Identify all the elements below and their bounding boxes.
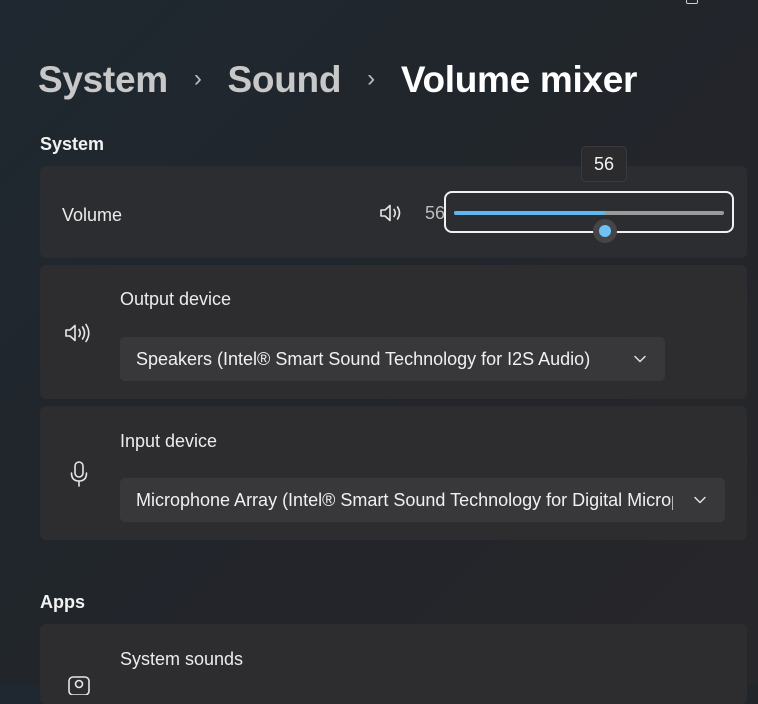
maximize-icon[interactable]: [686, 0, 698, 4]
volume-slider-fill: [454, 211, 606, 215]
page-title: Volume mixer: [400, 59, 638, 100]
system-sounds-label: System sounds: [120, 649, 244, 669]
volume-tooltip: 56: [581, 146, 627, 182]
section-label-system: System: [40, 134, 105, 154]
chevron-right-icon: ›: [193, 65, 202, 92]
window-controls: ✕: [686, 0, 752, 8]
chevron-right-icon: ›: [367, 65, 375, 92]
input-device-selected: Microphone Array (Intel® Smart Sound Tec…: [136, 489, 673, 510]
chevron-down-icon: [687, 496, 713, 504]
output-device-dropdown[interactable]: Speakers (Intel® Smart Sound Technology …: [120, 337, 665, 381]
breadcrumb-item-sound[interactable]: Sound: [228, 59, 342, 101]
microphone-icon: [69, 460, 89, 488]
section-label-apps: Apps: [40, 592, 85, 612]
speaker-icon[interactable]: [378, 202, 404, 224]
input-device-dropdown[interactable]: Microphone Array (Intel® Smart Sound Tec…: [120, 478, 725, 522]
volume-slider-track[interactable]: [454, 211, 724, 243]
close-icon[interactable]: ✕: [738, 0, 752, 5]
volume-slider[interactable]: [444, 191, 734, 243]
breadcrumb: System › Sound › Volume mixer: [38, 58, 637, 102]
output-device-selected: Speakers (Intel® Smart Sound Technology …: [136, 348, 591, 369]
chevron-down-icon: [627, 355, 653, 363]
volume-label: Volume: [62, 205, 123, 225]
output-device-label: Output device: [120, 289, 232, 309]
speaker-icon: [64, 322, 94, 344]
input-device-label: Input device: [120, 431, 218, 451]
volume-slider-thumb[interactable]: [593, 219, 618, 243]
system-sounds-icon: [67, 675, 91, 700]
breadcrumb-item-system[interactable]: System: [38, 59, 168, 101]
volume-value: 56: [425, 203, 445, 223]
